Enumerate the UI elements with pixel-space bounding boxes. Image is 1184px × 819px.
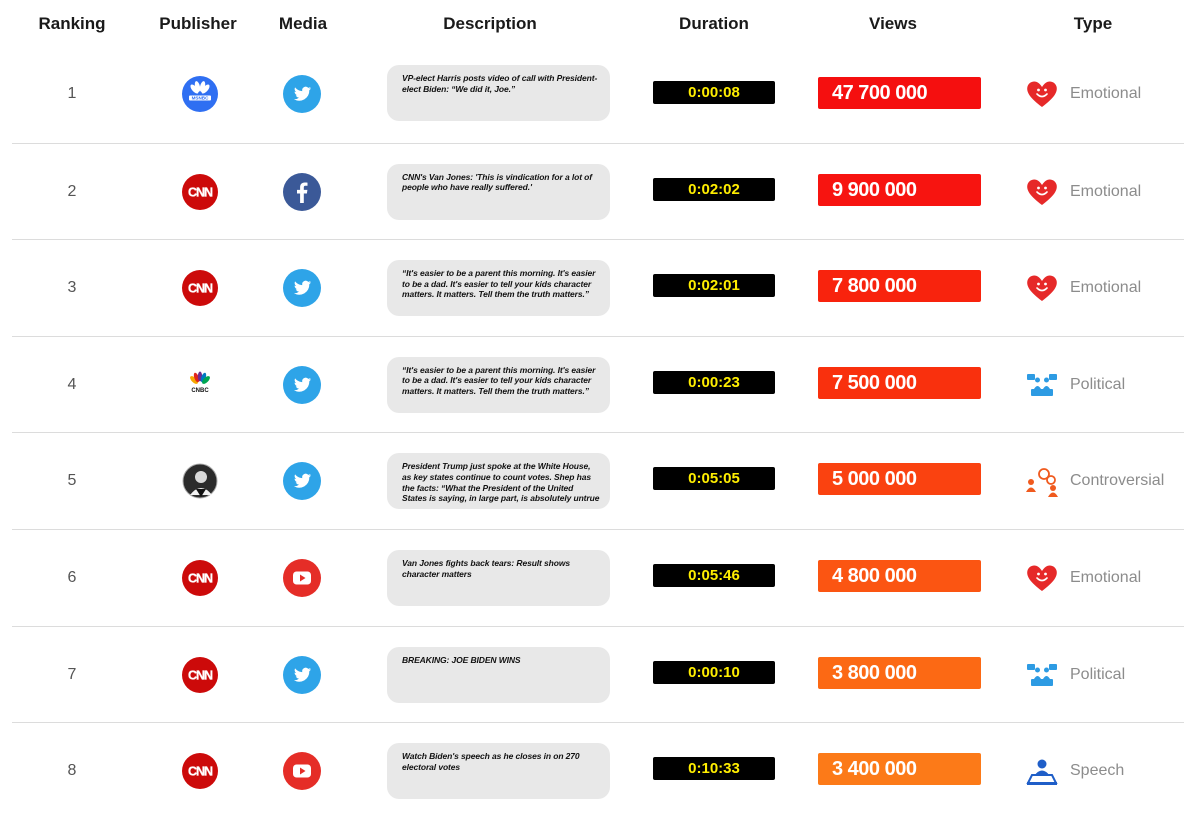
table-row: 6 CNN Van Jones fights back tears: Resul…	[12, 529, 1184, 626]
description-bubble: President Trump just spoke at the White …	[387, 453, 610, 510]
speech-icon	[1024, 753, 1060, 789]
twitter-icon[interactable]	[283, 462, 321, 501]
cnn-logo: CNN	[182, 753, 218, 790]
table-row: 7 CNN BREAKING: JOE BIDEN WINS 0:00:10 3…	[12, 625, 1184, 723]
cnn-logo: CNN	[182, 656, 218, 693]
header-views: Views	[869, 14, 917, 33]
twitter-icon[interactable]	[283, 75, 321, 113]
twitter-icon[interactable]	[283, 365, 321, 404]
type-label: Emotional	[1070, 85, 1142, 102]
youtube-icon[interactable]	[283, 752, 321, 791]
views-badge: 3 800 000	[818, 656, 981, 689]
views-badge: 9 900 000	[818, 173, 981, 206]
description-bubble: “It's easier to be a parent this morning…	[387, 356, 610, 413]
rank-number: 4	[67, 375, 77, 393]
header-duration: Duration	[679, 14, 749, 33]
political-icon	[1024, 367, 1060, 403]
controversial-icon	[1024, 463, 1060, 499]
views-badge: 7 800 000	[818, 270, 981, 303]
type-label: Emotional	[1070, 182, 1142, 200]
twitter-icon[interactable]	[283, 269, 321, 308]
rank-number: 7	[67, 665, 77, 683]
svg-text:CNN: CNN	[188, 668, 213, 682]
description-bubble: Watch Biden's speech as he closes in on …	[387, 743, 610, 800]
table-row: 5 President Trump just spoke at the Whit…	[12, 432, 1184, 529]
table-row: 1 MSNBC VP-elect Harris posts video of c…	[12, 46, 1184, 142]
header-description: Description	[443, 14, 537, 33]
rank-number: 2	[67, 182, 77, 200]
heart-smile-icon	[1024, 76, 1060, 112]
heart-smile-icon	[1024, 174, 1060, 210]
views-badge: 4 800 000	[818, 560, 981, 592]
svg-text:CNN: CNN	[188, 282, 213, 296]
header-ranking: Ranking	[38, 14, 106, 33]
cnn-logo: CNN	[182, 270, 218, 307]
table-row: 8 CNN Watch Biden's speech as he closes …	[12, 722, 1184, 819]
duration-badge: 0:10:33	[653, 757, 775, 781]
type-label: Political	[1070, 665, 1126, 683]
header-type: Type	[1073, 14, 1113, 33]
description-bubble: “It's easier to be a parent this morning…	[387, 260, 610, 317]
facebook-icon[interactable]	[283, 172, 321, 211]
rank-number: 6	[67, 569, 77, 586]
svg-text:CNN: CNN	[188, 765, 213, 779]
duration-badge: 0:02:01	[653, 274, 775, 298]
header-publisher: Publisher	[159, 14, 237, 33]
views-badge: 5 000 000	[818, 463, 981, 496]
svg-text:CNBC: CNBC	[191, 388, 209, 394]
cnn-logo: CNN	[182, 173, 218, 210]
type-label: Speech	[1070, 762, 1125, 780]
msnbc-logo: MSNBC	[182, 76, 218, 112]
svg-text:CNN: CNN	[188, 185, 213, 199]
political-icon	[1024, 657, 1060, 693]
duration-badge: 0:05:46	[653, 564, 775, 587]
duration-badge: 0:00:23	[653, 370, 775, 394]
youtube-icon[interactable]	[283, 559, 321, 597]
description-bubble: CNN's Van Jones: 'This is vindication fo…	[387, 163, 610, 220]
description-bubble: VP-elect Harris posts video of call with…	[387, 65, 610, 121]
person-avatar	[182, 463, 218, 499]
duration-badge: 0:00:08	[653, 81, 775, 104]
type-label: Political	[1070, 375, 1126, 393]
table-row: 4 CNBC “It's easier to be a parent this …	[12, 335, 1184, 433]
table-header: Ranking Publisher Media Description Dura…	[0, 0, 1184, 48]
cnn-logo: CNN	[182, 560, 218, 596]
heart-smile-icon	[1024, 560, 1060, 596]
rank-number: 5	[67, 472, 77, 490]
cnbc-logo: CNBC	[182, 367, 218, 403]
duration-badge: 0:00:10	[653, 660, 775, 684]
description-bubble: BREAKING: JOE BIDEN WINS	[387, 646, 610, 703]
table-row: 3 CNN “It's easier to be a parent this m…	[12, 239, 1184, 336]
duration-badge: 0:05:05	[653, 467, 775, 491]
svg-text:CNN: CNN	[188, 572, 213, 586]
svg-text:MSNBC: MSNBC	[192, 96, 210, 101]
rank-number: 8	[67, 762, 77, 780]
rank-number: 3	[67, 279, 77, 297]
header-media: Media	[278, 14, 328, 33]
duration-badge: 0:02:02	[653, 177, 775, 201]
type-label: Emotional	[1070, 569, 1142, 586]
type-label: Emotional	[1070, 279, 1142, 297]
views-badge: 3 400 000	[818, 753, 981, 786]
table-row: 2 CNN CNN's Van Jones: 'This is vindicat…	[12, 142, 1184, 240]
type-label: Controversial	[1070, 472, 1165, 490]
rank-number: 1	[67, 85, 77, 102]
twitter-icon[interactable]	[283, 655, 321, 694]
description-bubble: Van Jones fights back tears: Result show…	[387, 550, 610, 606]
heart-smile-icon	[1024, 270, 1060, 306]
views-badge: 47 700 000	[818, 77, 981, 109]
views-badge: 7 500 000	[818, 366, 981, 399]
